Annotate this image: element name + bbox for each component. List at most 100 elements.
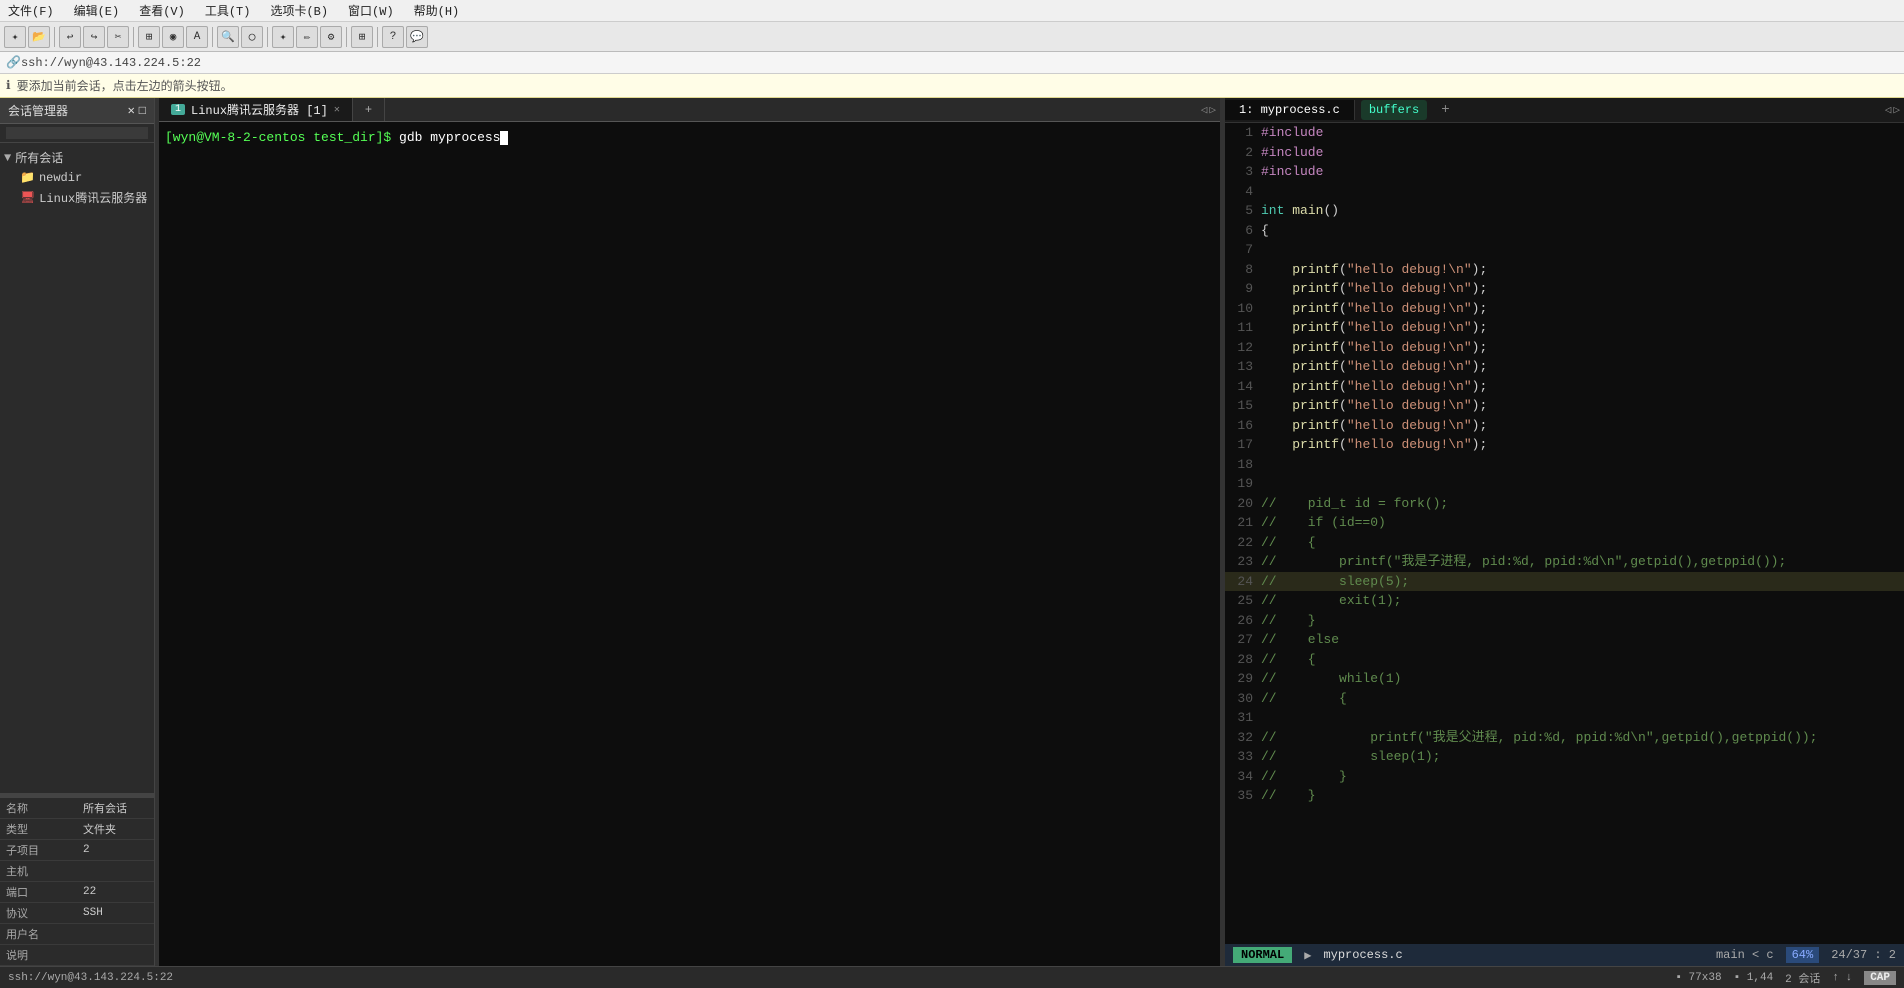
folder-icon: 📁 xyxy=(20,170,35,185)
menu-help[interactable]: 帮助(H) xyxy=(410,1,464,20)
toolbar-chat[interactable]: 💬 xyxy=(406,26,428,48)
terminal-tabs: 1 Linux腾讯云服务器 [1] ✕ + ◁ ▷ xyxy=(159,98,1220,122)
line-number: 9 xyxy=(1225,279,1261,299)
line-number: 21 xyxy=(1225,513,1261,533)
line-number: 7 xyxy=(1225,240,1261,260)
tab-arrow-left[interactable]: ◁ xyxy=(1201,103,1208,117)
toolbar-btn4[interactable]: ◉ xyxy=(162,26,184,48)
statusbar-right: ▪ 77x38 ▪ 1,44 2 会话 ↑ ↓ CAP xyxy=(1675,970,1896,986)
toolbar-btn5[interactable]: A xyxy=(186,26,208,48)
code-line: 29// while(1) xyxy=(1225,669,1904,689)
tab1-label: Linux腾讯云服务器 [1] xyxy=(191,101,328,118)
code-line: 28// { xyxy=(1225,650,1904,670)
toolbar-btn11[interactable]: ⊞ xyxy=(351,26,373,48)
line-content: printf("hello debug!\n"); xyxy=(1261,416,1487,436)
code-line: 4 xyxy=(1225,182,1904,202)
status-dimensions: ▪ 77x38 xyxy=(1675,972,1721,984)
tree-item-server[interactable]: 🖥 Linux腾讯云服务器 xyxy=(0,187,154,208)
menu-tools[interactable]: 工具(T) xyxy=(201,1,255,20)
toolbar-btn7[interactable]: ◯ xyxy=(241,26,263,48)
terminal-content[interactable]: [wyn@VM-8-2-centos test_dir]$ gdb myproc… xyxy=(159,122,1220,966)
prop-key: 协议 xyxy=(0,903,77,924)
toolbar-cut[interactable]: ✂ xyxy=(107,26,129,48)
code-line: 23// printf("我是子进程, pid:%d, ppid:%d\n",g… xyxy=(1225,552,1904,572)
tree-item-newdir[interactable]: 📁 newdir xyxy=(0,168,154,187)
toolbar-open[interactable]: 📂 xyxy=(28,26,50,48)
terminal-tab-arrows: ◁ ▷ xyxy=(1197,98,1220,121)
toolbar-undo[interactable]: ↩ xyxy=(59,26,81,48)
tree-arrow: ▼ xyxy=(4,151,11,165)
code-line: 2#include xyxy=(1225,143,1904,163)
line-number: 35 xyxy=(1225,786,1261,806)
prop-key: 名称 xyxy=(0,798,77,819)
editor-arrow-left[interactable]: ◁ xyxy=(1885,103,1892,117)
code-line: 11 printf("hello debug!\n"); xyxy=(1225,318,1904,338)
line-number: 24 xyxy=(1225,572,1261,592)
editor-arrow-right[interactable]: ▷ xyxy=(1893,103,1900,117)
properties-panel: 名称所有会话类型文件夹子项目2主机端口22协议SSH用户名说明 xyxy=(0,797,154,966)
menu-window[interactable]: 窗口(W) xyxy=(344,1,398,20)
sidebar-expand[interactable]: □ xyxy=(139,104,146,118)
code-lines: 1#include 2#include 3#include 45int main… xyxy=(1225,123,1904,806)
line-number: 30 xyxy=(1225,689,1261,709)
line-content: printf("hello debug!\n"); xyxy=(1261,299,1487,319)
line-number: 8 xyxy=(1225,260,1261,280)
line-number: 1 xyxy=(1225,123,1261,143)
toolbar-btn9[interactable]: ✏ xyxy=(296,26,318,48)
tree-root-all[interactable]: ▼ 所有会话 xyxy=(0,147,154,168)
toolbar-btn8[interactable]: ✦ xyxy=(272,26,294,48)
terminal-prompt: [wyn@VM-8-2-centos test_dir]$ xyxy=(165,130,391,145)
line-number: 26 xyxy=(1225,611,1261,631)
toolbar-btn10[interactable]: ⚙ xyxy=(320,26,342,48)
prop-key: 类型 xyxy=(0,819,77,840)
toolbar-btn6[interactable]: 🔍 xyxy=(217,26,239,48)
add-tab-btn[interactable]: + xyxy=(353,98,385,121)
address-text: ssh://wyn@43.143.224.5:22 xyxy=(21,56,201,70)
editor-add-tab[interactable]: + xyxy=(1433,99,1457,121)
terminal-cursor xyxy=(500,131,508,145)
sidebar-close[interactable]: ✕ xyxy=(128,103,135,118)
line-content: // sleep(1); xyxy=(1261,747,1440,767)
line-content: #include xyxy=(1261,123,1339,143)
property-row: 类型文件夹 xyxy=(0,819,154,840)
properties-table: 名称所有会话类型文件夹子项目2主机端口22协议SSH用户名说明 xyxy=(0,798,154,966)
terminal-panel: 1 Linux腾讯云服务器 [1] ✕ + ◁ ▷ [wyn@VM-8-2-ce… xyxy=(159,98,1220,966)
line-number: 16 xyxy=(1225,416,1261,436)
terminal-tab-1[interactable]: 1 Linux腾讯云服务器 [1] ✕ xyxy=(159,98,353,121)
code-line: 13 printf("hello debug!\n"); xyxy=(1225,357,1904,377)
notif-icon: ℹ xyxy=(6,78,11,93)
menu-view[interactable]: 查看(V) xyxy=(135,1,189,20)
code-line: 8 printf("hello debug!\n"); xyxy=(1225,260,1904,280)
property-row: 主机 xyxy=(0,861,154,882)
toolbar-new[interactable]: ✦ xyxy=(4,26,26,48)
editor-buffers-badge[interactable]: buffers xyxy=(1361,100,1427,120)
toolbar-help[interactable]: ? xyxy=(382,26,404,48)
tab-arrow-right[interactable]: ▷ xyxy=(1209,103,1216,117)
property-row: 端口22 xyxy=(0,882,154,903)
line-content: // while(1) xyxy=(1261,669,1401,689)
editor-statusbar: NORMAL ▶ myprocess.c main < c 64% 24/37 … xyxy=(1225,944,1904,966)
line-number: 6 xyxy=(1225,221,1261,241)
editor-tab-file[interactable]: 1: myprocess.c xyxy=(1225,100,1355,120)
tab1-close[interactable]: ✕ xyxy=(334,104,340,116)
line-content: // sleep(5); xyxy=(1261,572,1409,592)
code-line: 16 printf("hello debug!\n"); xyxy=(1225,416,1904,436)
menu-edit[interactable]: 编辑(E) xyxy=(70,1,124,20)
line-content: printf("hello debug!\n"); xyxy=(1261,377,1487,397)
menu-file[interactable]: 文件(F) xyxy=(4,1,58,20)
code-line: 33// sleep(1); xyxy=(1225,747,1904,767)
code-line: 27// else xyxy=(1225,630,1904,650)
prop-key: 主机 xyxy=(0,861,77,882)
code-line: 15 printf("hello debug!\n"); xyxy=(1225,396,1904,416)
prop-key: 说明 xyxy=(0,945,77,966)
menu-tabs[interactable]: 选项卡(B) xyxy=(266,1,332,20)
toolbar-btn3[interactable]: ⊞ xyxy=(138,26,160,48)
code-line: 26// } xyxy=(1225,611,1904,631)
sidebar-search-input[interactable] xyxy=(6,127,148,139)
code-line: 19 xyxy=(1225,474,1904,494)
toolbar-redo[interactable]: ↪ xyxy=(83,26,105,48)
code-editor[interactable]: 1#include 2#include 3#include 45int main… xyxy=(1225,123,1904,944)
code-line: 32// printf("我是父进程, pid:%d, ppid:%d\n",g… xyxy=(1225,728,1904,748)
line-content: int main() xyxy=(1261,201,1339,221)
line-content: // { xyxy=(1261,533,1316,553)
